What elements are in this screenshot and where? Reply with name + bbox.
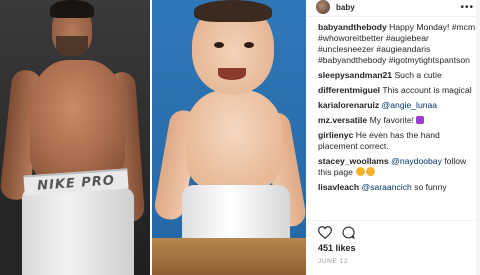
header-divider <box>306 16 480 17</box>
comment-mention[interactable]: @saraancich <box>361 182 411 192</box>
comment-text: My favorite! <box>369 115 415 125</box>
comment-item: stacey_woollams @naydoobay follow this p… <box>318 156 478 178</box>
comment-mention[interactable]: @angie_lunaa <box>382 100 438 110</box>
comment-item: karialorenaruiz @angie_lunaa <box>318 100 478 111</box>
comment-user[interactable]: mz.versatile <box>318 115 367 125</box>
baby-eye <box>244 42 254 48</box>
comment-user[interactable]: stacey_woollams <box>318 156 389 166</box>
post-header: baby ••• <box>306 0 480 14</box>
comment-list: babyandthebody Happy Monday! #mcm #whowo… <box>318 22 478 197</box>
comment-icon[interactable] <box>342 226 355 244</box>
comment-user[interactable]: girlienyc <box>318 130 353 140</box>
purple-heart-icon <box>416 116 425 124</box>
caption: babyandthebody Happy Monday! #mcm #whowo… <box>318 22 478 66</box>
baby-hair <box>194 0 272 22</box>
comment-text: Such a cutie <box>394 70 442 80</box>
more-options-icon[interactable]: ••• <box>460 2 474 13</box>
man-torso <box>30 60 125 180</box>
comment-item: lisavleach @saraancich so funny <box>318 182 478 193</box>
baby-eye <box>214 42 224 48</box>
comment-item: girlienyc He even has the hand placement… <box>318 130 478 152</box>
scrollbar-track[interactable] <box>476 0 480 275</box>
man-photo: NIKE PRO <box>0 0 150 275</box>
like-count[interactable]: 451 likes <box>318 243 356 253</box>
comment-user[interactable]: sleepysandman21 <box>318 70 392 80</box>
comment-user[interactable]: karialorenaruiz <box>318 100 379 110</box>
man-hair <box>50 0 94 18</box>
comment-text: so funny <box>414 182 447 192</box>
caption-author[interactable]: babyandthebody <box>318 22 387 32</box>
comment-item: differentmiguel This account is magical <box>318 85 478 96</box>
baby-smile <box>218 68 246 80</box>
comment-text: This account is magical <box>382 85 472 95</box>
post-sidebar: baby ••• babyandthebody Happy Monday! #m… <box>306 0 480 275</box>
actions-divider <box>306 220 480 221</box>
heart-icon[interactable] <box>317 226 333 244</box>
header-username[interactable]: baby <box>336 3 355 12</box>
grinning-face-icon <box>356 167 366 176</box>
comment-mention[interactable]: @naydoobay <box>391 156 442 166</box>
man-tights <box>22 188 134 275</box>
baby-torso <box>186 90 282 190</box>
post-image[interactable]: NIKE PRO <box>0 0 306 275</box>
man-beard <box>56 36 88 56</box>
wooden-stool <box>152 238 306 275</box>
grinning-face-icon <box>366 167 376 176</box>
baby-photo <box>152 0 306 275</box>
action-bar <box>317 226 355 244</box>
comment-item: sleepysandman21 Such a cutie <box>318 70 478 81</box>
avatar[interactable] <box>316 0 330 14</box>
comment-item: mz.versatile My favorite! <box>318 115 478 126</box>
comment-user[interactable]: differentmiguel <box>318 85 380 95</box>
post-date[interactable]: JUNE 12 <box>318 258 348 265</box>
comment-user[interactable]: lisavleach <box>318 182 359 192</box>
